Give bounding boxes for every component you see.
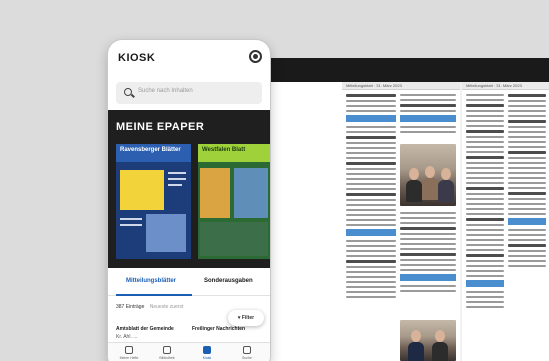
newspaper-spread: Mitteilungsblatt · 31. März 2023 Mitteil… — [246, 58, 549, 361]
cover-image — [200, 168, 230, 218]
list-item-subtitle: Kr. Ahl. ... — [116, 334, 138, 340]
page-header: Mitteilungsblatt · 31. März 2023 — [462, 82, 549, 90]
results-count: 387 Einträge — [116, 304, 145, 310]
epaper-cover[interactable]: Ravensberger Blätter — [116, 144, 191, 259]
search-placeholder: Suche nach Inhalten — [138, 88, 193, 94]
text-column — [400, 94, 456, 136]
cover-masthead: Ravensberger Blätter — [116, 144, 191, 162]
active-tab-indicator — [116, 294, 192, 296]
section-bar — [346, 115, 396, 122]
cover-image — [234, 168, 268, 218]
bottom-navigation: Meine Hefte Bibliothek Kiosk Suche — [108, 342, 270, 361]
nav-label: Bibliothek — [159, 356, 175, 360]
text-column — [346, 94, 396, 301]
settings-icon[interactable] — [249, 50, 262, 63]
newspaper-page-right: Mitteilungsblatt · 31. März 2023 — [462, 82, 549, 361]
kiosk-icon — [203, 346, 211, 354]
search-icon — [124, 88, 132, 96]
nav-item-suche[interactable]: Suche — [232, 346, 262, 360]
library-icon — [163, 346, 171, 354]
newspaper-page-middle: Mitteilungsblatt · 31. März 2023 — [342, 82, 460, 361]
text-column — [466, 94, 504, 311]
people-photo — [400, 144, 456, 206]
sort-order[interactable]: Neueste zuerst — [150, 304, 184, 310]
tab-mitteilungsblaetter[interactable]: Mitteilungsblätter — [126, 278, 176, 284]
search-icon — [243, 346, 251, 354]
cover-image — [146, 214, 186, 252]
filter-button[interactable]: ▾ Filter — [228, 310, 264, 326]
nav-label: Meine Hefte — [119, 356, 139, 360]
filter-label: Filter — [241, 315, 255, 321]
text-column — [400, 212, 456, 295]
nav-item-meine-hefte[interactable]: Meine Hefte — [114, 346, 144, 360]
epaper-cover[interactable]: Westfalen Blatt — [198, 144, 270, 259]
nav-item-kiosk[interactable]: Kiosk — [192, 346, 222, 360]
home-icon — [125, 346, 133, 354]
category-tabs: Mitteilungsblätter Sonderausgaben — [108, 272, 270, 296]
portrait-photo — [400, 320, 456, 361]
results-summary: 387 Einträge Neueste zuerst — [116, 304, 183, 310]
nav-label: Kiosk — [202, 356, 212, 360]
cover-image — [200, 222, 268, 256]
search-input[interactable]: Suche nach Inhalten — [116, 82, 262, 104]
list-item-title[interactable]: Amtsblatt der Gemeinde — [116, 326, 174, 332]
page-header: Mitteilungsblatt · 31. März 2023 — [342, 82, 460, 90]
cover-masthead: Westfalen Blatt — [198, 144, 270, 162]
tab-sonderausgaben[interactable]: Sonderausgaben — [204, 278, 253, 284]
nav-item-bibliothek[interactable]: Bibliothek — [152, 346, 182, 360]
cover-image — [120, 170, 164, 210]
reader-toolbar — [246, 58, 549, 82]
app-title: KIOSK — [118, 52, 156, 64]
section-title: MEINE EPAPER — [116, 121, 205, 133]
my-epapers-section: MEINE EPAPER Ravensberger Blätter Westfa… — [108, 110, 270, 268]
text-column — [508, 94, 546, 270]
list-item-title[interactable]: Freilinger Nachrichten — [192, 326, 245, 332]
kiosk-app-phone: KIOSK Suche nach Inhalten MEINE EPAPER R… — [108, 40, 270, 361]
nav-label: Suche — [242, 356, 252, 360]
